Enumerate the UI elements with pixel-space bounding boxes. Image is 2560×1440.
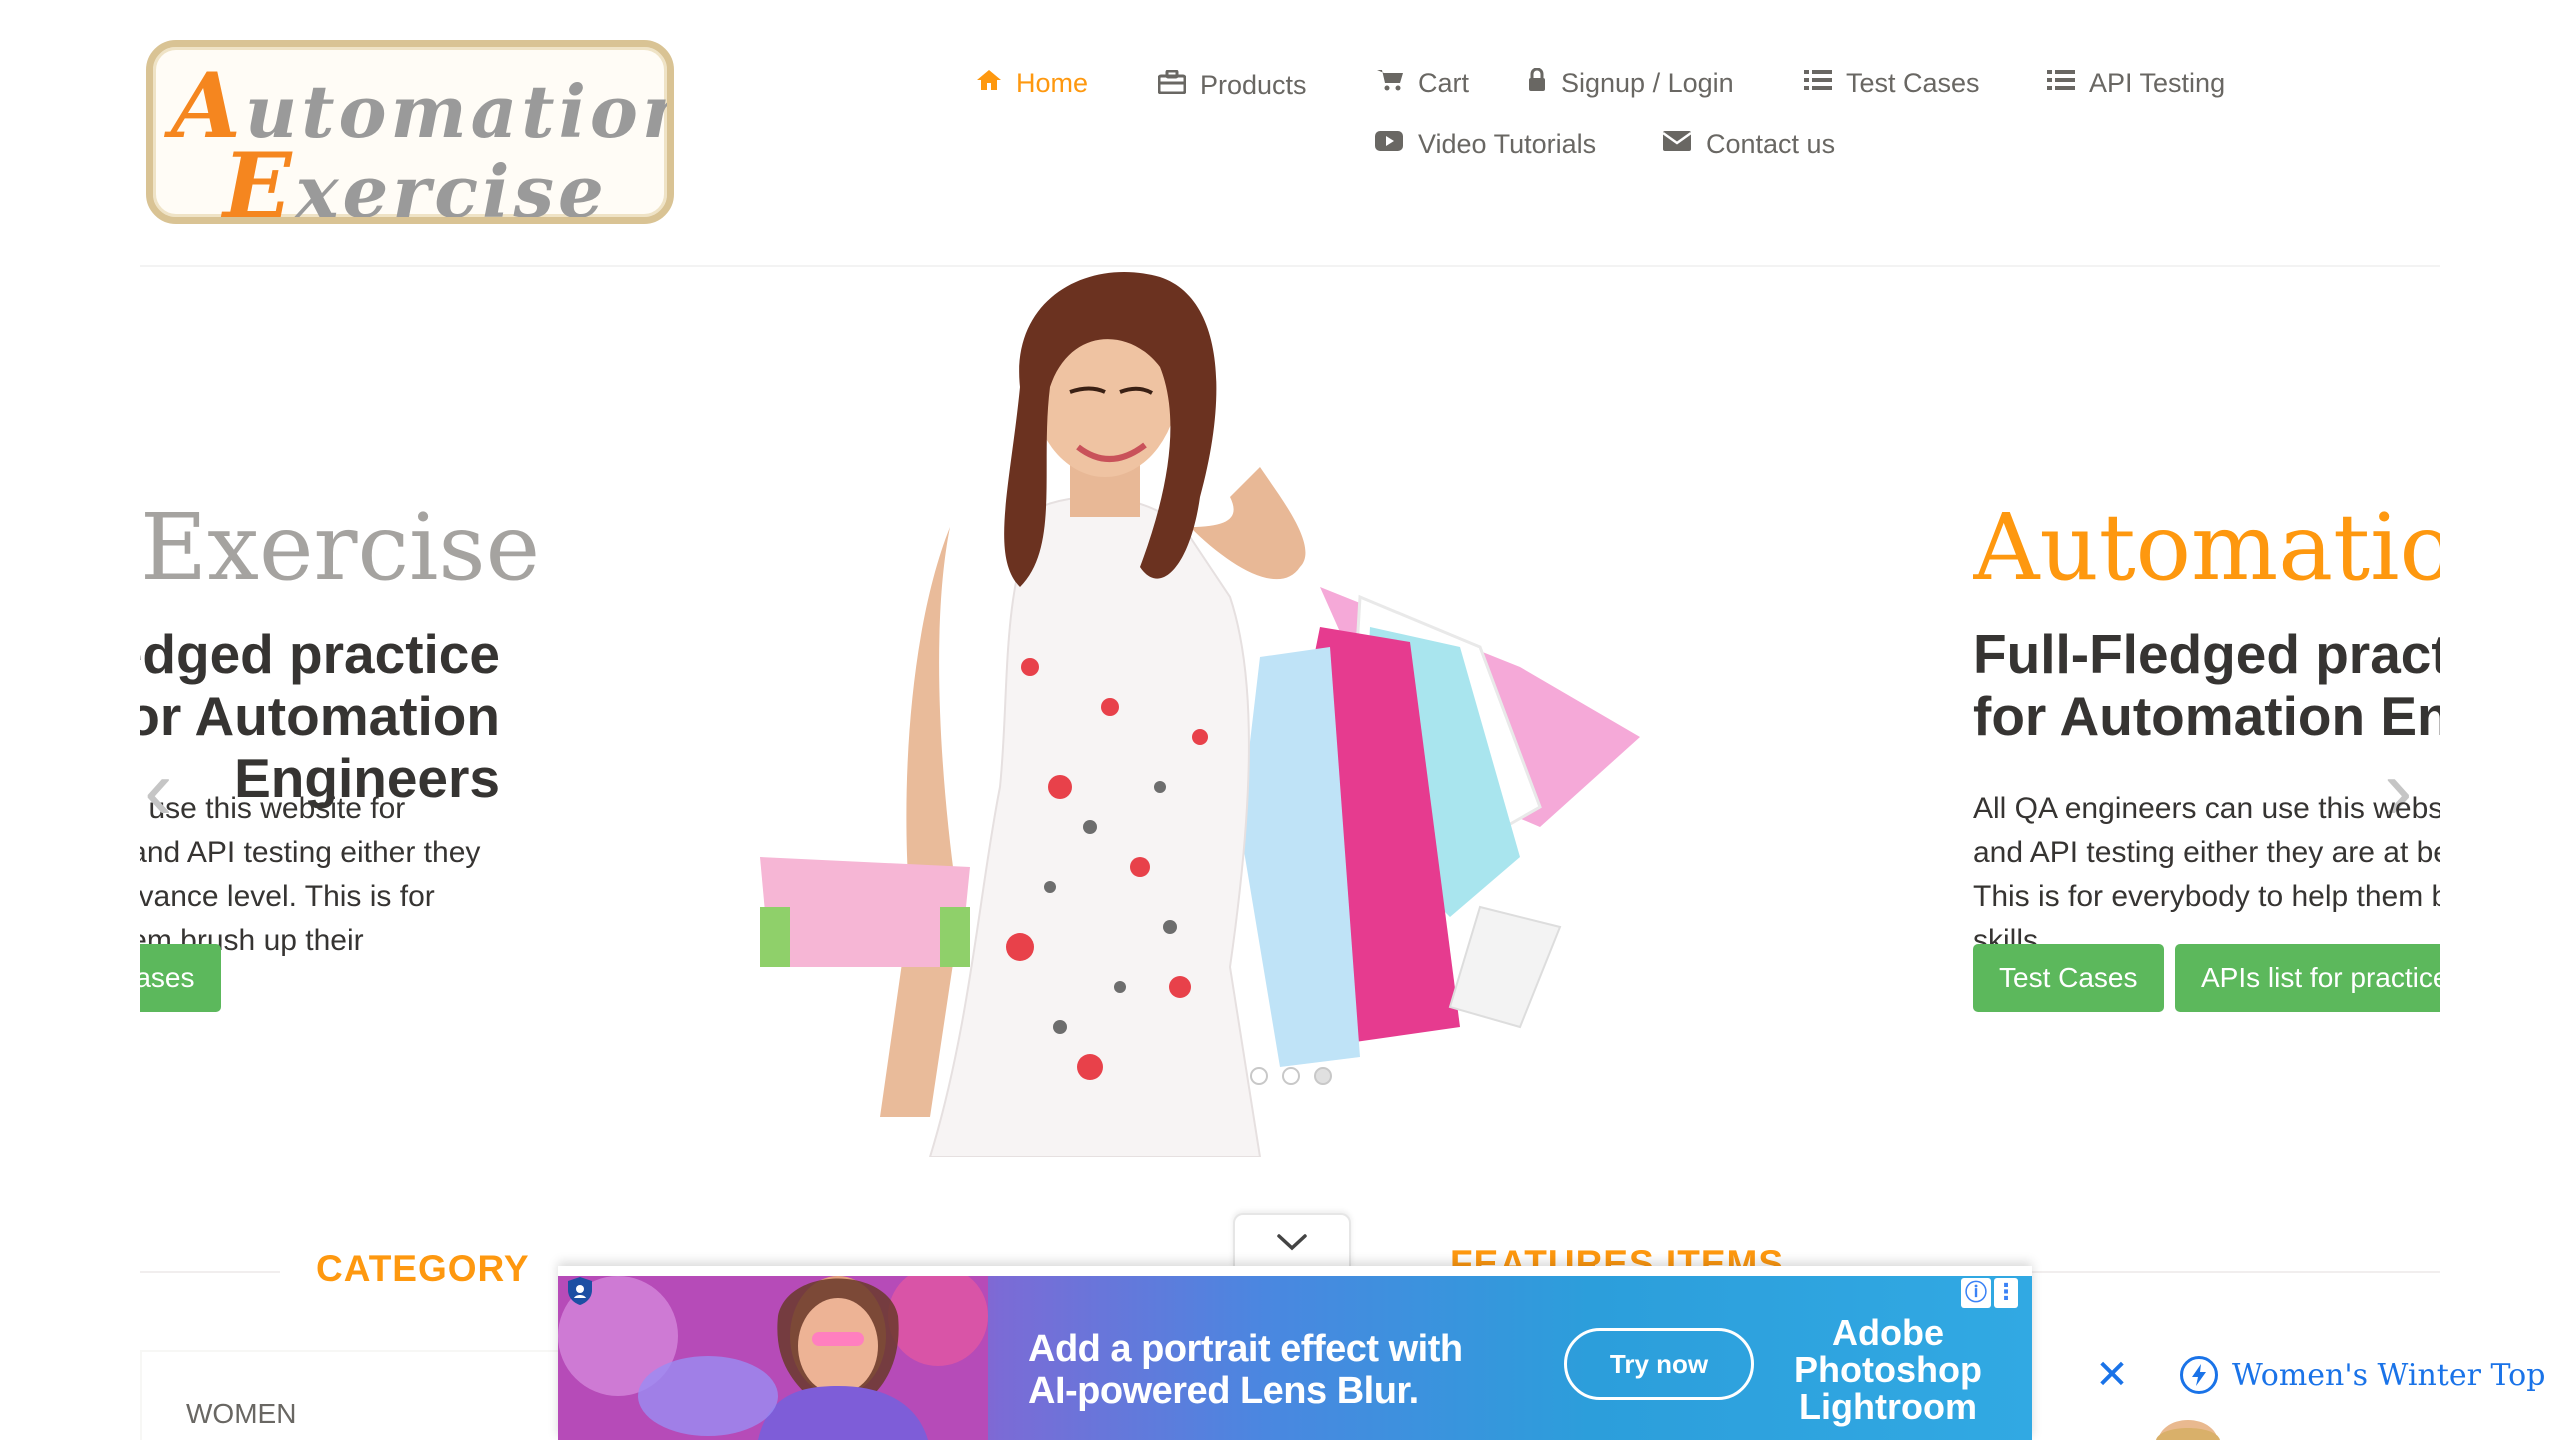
ad-shield-icon — [568, 1277, 592, 1305]
slide-button-test-cases[interactable]: Test Cases — [140, 944, 221, 1012]
envelope-icon — [1662, 130, 1692, 159]
lock-icon — [1527, 67, 1547, 99]
site-logo[interactable]: Automation Exercise — [146, 40, 674, 224]
side-ad-link: ✕ Women's Winter Top — [2090, 1348, 2545, 1402]
side-ad-label[interactable]: Women's Winter Top — [2232, 1358, 2545, 1393]
nav-video-tutorials-label: Video Tutorials — [1418, 128, 1597, 159]
nav-cart[interactable]: Cart — [1376, 58, 1469, 108]
nav-api-testing[interactable]: API Testing — [2047, 58, 2225, 108]
slide-brand-word: Automation — [1973, 494, 2440, 601]
briefcase-icon — [1157, 69, 1187, 101]
carousel-dot[interactable] — [1314, 1067, 1332, 1085]
logo-line-2: Exercise — [223, 133, 608, 224]
ad-collapse-tab[interactable] — [1233, 1213, 1351, 1269]
nav-test-cases[interactable]: Test Cases — [1804, 58, 1980, 108]
hero-carousel: Exercise Full-Fledged practice website f… — [140, 267, 2440, 1157]
hero-woman-with-shopping-bags-image — [760, 271, 1640, 1157]
ad-brand-line-1: Adobe — [1832, 1312, 1944, 1353]
anchor-ad: Add a portrait effect with AI-powered Le… — [558, 1266, 2032, 1440]
chevron-down-icon — [1277, 1234, 1307, 1251]
ad-info-icon[interactable]: ⓘ — [1961, 1278, 1991, 1308]
ad-more-icon[interactable]: ⋮ — [1994, 1278, 2018, 1308]
nav-test-cases-label: Test Cases — [1846, 67, 1980, 98]
lightning-bolt-icon — [2180, 1356, 2218, 1394]
nav-video-tutorials[interactable]: Video Tutorials — [1374, 119, 1596, 169]
slide-brand-word: Exercise — [140, 494, 541, 601]
list-icon — [1804, 69, 1832, 98]
nav-cart-label: Cart — [1418, 67, 1470, 98]
slide-heading: Full-Fledged practice website for Automa… — [140, 623, 500, 809]
close-icon[interactable]: ✕ — [2090, 1355, 2134, 1395]
nav-signup-login-label: Signup / Login — [1561, 67, 1734, 98]
home-icon — [976, 69, 1002, 98]
carousel-slide-previous: Exercise Full-Fledged practice website f… — [140, 267, 720, 1157]
ad-headline-line-2: AI-powered Lens Blur. — [1028, 1370, 1419, 1412]
category-title: CATEGORY — [306, 1248, 540, 1290]
slide-button-test-cases[interactable]: Test Cases — [1973, 944, 2164, 1012]
logo-line-2-rest: xercise — [295, 149, 608, 224]
carousel-dot[interactable] — [1282, 1067, 1300, 1085]
nav-contact-us-label: Contact us — [1706, 128, 1836, 159]
ad-banner[interactable]: Add a portrait effect with AI-powered Le… — [558, 1276, 2032, 1440]
nav-products[interactable]: Products — [1157, 60, 1307, 110]
nav-api-testing-label: API Testing — [2089, 67, 2226, 98]
youtube-play-icon — [1374, 130, 1404, 159]
carousel-slide-current: Automation Full-Fledged practice website… — [1973, 267, 2440, 1157]
slide-heading: Full-Fledged practice website for Automa… — [1973, 623, 2440, 747]
slide-text: All QA engineers can use this website fo… — [1973, 792, 2440, 957]
category-divider — [140, 1271, 280, 1273]
category-item-women[interactable]: WOMEN — [186, 1398, 296, 1430]
ad-headline: Add a portrait effect with AI-powered Le… — [1028, 1328, 1463, 1412]
carousel-indicators — [1250, 1067, 1332, 1085]
nav-signup-login[interactable]: Signup / Login — [1527, 58, 1734, 108]
carousel-dot[interactable] — [1250, 1067, 1268, 1085]
ad-try-now-button[interactable]: Try now — [1564, 1328, 1754, 1400]
product-thumbnail — [2156, 1420, 2220, 1440]
list-icon — [2047, 69, 2075, 98]
nav-products-label: Products — [1200, 69, 1307, 100]
nav-home-label: Home — [1016, 67, 1089, 98]
ad-brand-line-2: Photoshop — [1794, 1349, 1982, 1390]
carousel-prev-arrow[interactable]: ‹ — [144, 747, 173, 833]
ad-portrait-photo — [558, 1276, 988, 1440]
category-panel: WOMEN — [140, 1350, 600, 1440]
ad-brand-line-3: Lightroom — [1799, 1386, 1977, 1427]
nav-home[interactable]: Home — [976, 58, 1088, 108]
cart-icon — [1376, 68, 1404, 99]
ad-headline-line-1: Add a portrait effect with — [1028, 1328, 1463, 1370]
ad-brand: Adobe Photoshop Lightroom — [1788, 1314, 1988, 1425]
slide-button-apis-list[interactable]: APIs list for practice — [2175, 944, 2440, 1012]
nav-contact-us[interactable]: Contact us — [1662, 119, 1835, 169]
